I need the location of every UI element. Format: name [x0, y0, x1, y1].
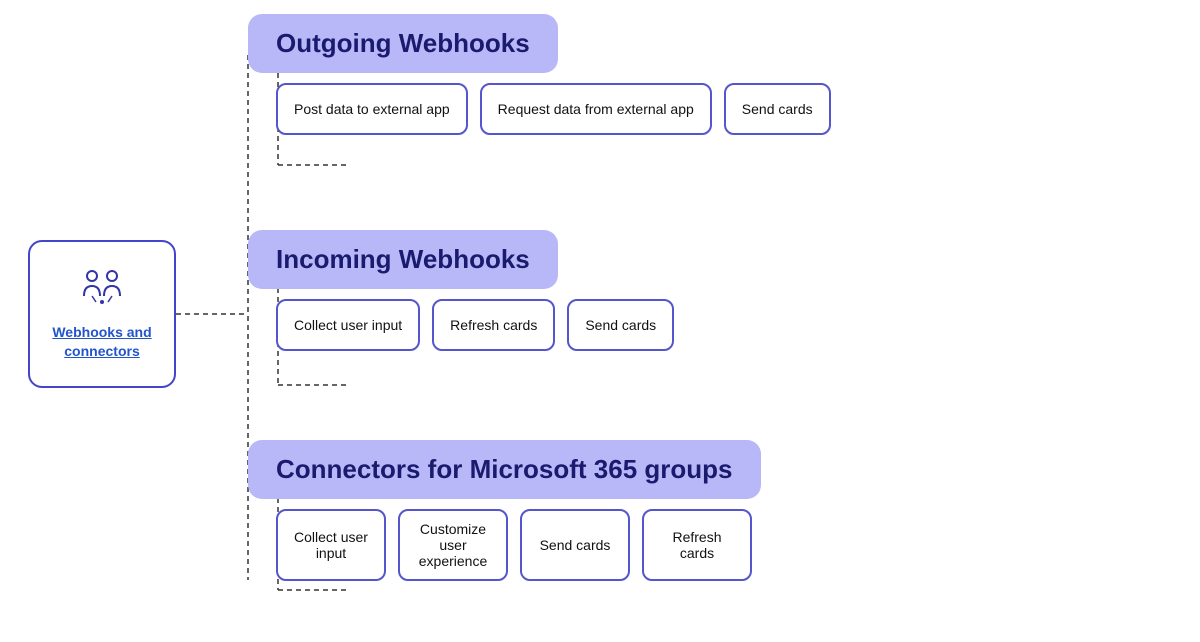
outgoing-title: Outgoing Webhooks [276, 28, 530, 59]
outgoing-cap-1[interactable]: Request data from external app [480, 83, 712, 135]
connectors365-cap-2[interactable]: Send cards [520, 509, 630, 581]
section-incoming: Incoming Webhooks Collect user input Ref… [248, 230, 674, 351]
incoming-title: Incoming Webhooks [276, 244, 530, 275]
outgoing-header: Outgoing Webhooks [248, 14, 558, 73]
left-node[interactable]: Webhooks and connectors [28, 240, 176, 388]
connectors365-capabilities: Collect user input Customize user experi… [276, 509, 761, 581]
diagram: Webhooks and connectors Outgoing Webhook… [0, 0, 1200, 642]
section-outgoing: Outgoing Webhooks Post data to external … [248, 14, 831, 135]
incoming-cap-1[interactable]: Refresh cards [432, 299, 555, 351]
incoming-header: Incoming Webhooks [248, 230, 558, 289]
incoming-cap-0[interactable]: Collect user input [276, 299, 420, 351]
outgoing-cap-0[interactable]: Post data to external app [276, 83, 468, 135]
webhooks-icon [76, 268, 128, 315]
connectors365-title: Connectors for Microsoft 365 groups [276, 454, 733, 485]
connectors365-cap-3[interactable]: Refresh cards [642, 509, 752, 581]
left-node-label[interactable]: Webhooks and connectors [30, 323, 174, 359]
connectors365-cap-0[interactable]: Collect user input [276, 509, 386, 581]
outgoing-capabilities: Post data to external app Request data f… [276, 83, 831, 135]
section-connectors365: Connectors for Microsoft 365 groups Coll… [248, 440, 761, 581]
connectors365-cap-1[interactable]: Customize user experience [398, 509, 508, 581]
outgoing-cap-2[interactable]: Send cards [724, 83, 831, 135]
incoming-capabilities: Collect user input Refresh cards Send ca… [276, 299, 674, 351]
connectors365-header: Connectors for Microsoft 365 groups [248, 440, 761, 499]
incoming-cap-2[interactable]: Send cards [567, 299, 674, 351]
